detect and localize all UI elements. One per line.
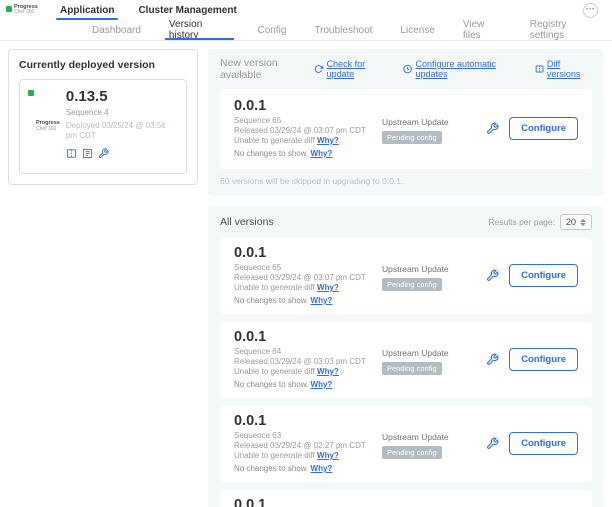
new-version-heading: New version available (220, 57, 314, 81)
top-bar: Progress Chef 360 Application Cluster Ma… (0, 0, 612, 20)
tab-troubleshoot[interactable]: Troubleshoot (300, 20, 386, 40)
version-sequence: Sequence 63 (234, 431, 382, 441)
deployed-version-card: Progress Chef 360 0.13.5 Sequence 4 Depl… (19, 79, 187, 174)
page-body: Currently deployed version Progress Chef… (0, 41, 612, 507)
tab-dashboard[interactable]: Dashboard (78, 20, 155, 40)
edit-config-icon[interactable] (486, 353, 499, 366)
version-row: 0.0.1 Sequence 62 Released 03/29/24 @ 02… (220, 490, 592, 507)
brand-logo-icon (6, 6, 12, 12)
version-sequence: Sequence 65 (234, 116, 382, 126)
results-per-page-label: Results per page: (488, 217, 555, 227)
version-number: 0.0.1 (234, 98, 382, 114)
version-released: Released 03/29/24 @ 03:07 pm CDT (234, 273, 382, 283)
versions-column: New version available Check for update C… (208, 49, 604, 507)
status-badge: Pending config (382, 278, 442, 291)
brand-product: Chef 360 (14, 10, 38, 15)
configure-button[interactable]: Configure (509, 264, 578, 287)
refresh-icon (314, 64, 323, 74)
version-released: Released 03/29/24 @ 03:03 pm CDT (234, 357, 382, 367)
tab-version-history[interactable]: Version history (155, 20, 244, 40)
diff-versions-link[interactable]: Diff versions (535, 59, 592, 79)
version-source-label: Upstream Update (382, 117, 486, 127)
status-badge: Pending config (382, 446, 442, 459)
no-changes-text: No changes to show. (234, 149, 308, 158)
no-changes-text: No changes to show. (234, 464, 308, 473)
currently-deployed-panel: Currently deployed version Progress Chef… (8, 49, 198, 185)
diff-icon (535, 64, 544, 74)
top-nav: Application Cluster Management (48, 0, 249, 20)
skip-versions-note: 60 versions will be skipped in upgrading… (220, 176, 592, 186)
configure-button[interactable]: Configure (509, 348, 578, 371)
edit-config-icon[interactable] (486, 122, 499, 135)
tab-cluster-management[interactable]: Cluster Management (126, 0, 248, 20)
version-source-label: Upstream Update (382, 348, 486, 358)
new-version-panel: New version available Check for update C… (208, 49, 604, 196)
no-changes-why-link[interactable]: Why? (311, 149, 333, 158)
results-per-page-value: 20 (566, 217, 576, 227)
version-source-label: Upstream Update (382, 432, 486, 442)
version-number: 0.0.1 (234, 497, 382, 507)
version-number: 0.0.1 (234, 245, 382, 261)
no-changes-text: No changes to show. (234, 296, 308, 305)
diff-error-text: Unable to generate diff (234, 451, 315, 460)
new-version-card: 0.0.1 Sequence 65 Released 03/29/24 @ 03… (220, 89, 592, 169)
configure-button[interactable]: Configure (509, 117, 578, 140)
deployed-sequence: Sequence 4 (66, 108, 178, 118)
results-per-page-select[interactable]: 20 (560, 214, 592, 230)
all-versions-panel: All versions Results per page: 20 0.0.1 … (208, 206, 604, 507)
version-sequence: Sequence 64 (234, 347, 382, 357)
all-versions-heading: All versions (220, 216, 274, 228)
version-released: Released 03/29/24 @ 03:07 pm CDT (234, 126, 382, 136)
version-released: Released 03/29/24 @ 02:27 pm CDT (234, 441, 382, 451)
version-source-label: Upstream Update (382, 264, 486, 274)
stepper-arrows-icon (580, 219, 586, 226)
app-logo: Progress Chef 360 (6, 5, 44, 16)
deployed-timestamp: Deployed 03/25/24 @ 03:56 pm CDT (66, 121, 178, 141)
deployed-heading: Currently deployed version (19, 59, 187, 71)
version-row: 0.0.1 Sequence 63 Released 03/29/24 @ 02… (220, 406, 592, 482)
version-row: 0.0.1 Sequence 65 Released 03/29/24 @ 03… (220, 238, 592, 314)
schedule-icon (403, 64, 412, 74)
edit-config-icon[interactable] (486, 437, 499, 450)
diff-error-text: Unable to generate diff (234, 367, 315, 376)
diff-error-text: Unable to generate diff (234, 136, 315, 145)
status-badge: Pending config (382, 131, 442, 144)
tab-view-files[interactable]: View files (449, 20, 516, 40)
ellipsis-menu-icon[interactable]: ••• (583, 3, 598, 18)
brand-logo-icon (28, 90, 34, 96)
admin-console: Progress Chef 360 Application Cluster Ma… (0, 0, 612, 507)
diff-error-why-link[interactable]: Why? (317, 451, 339, 460)
edit-config-icon[interactable] (98, 146, 109, 164)
diff-error-why-link[interactable]: Why? (317, 367, 339, 376)
tab-config[interactable]: Config (244, 20, 301, 40)
diff-error-why-link[interactable]: Why? (317, 283, 339, 292)
version-row: 0.0.1 Sequence 64 Released 03/29/24 @ 03… (220, 322, 592, 398)
configure-automatic-updates-link[interactable]: Configure automatic updates (403, 59, 521, 79)
check-for-update-link[interactable]: Check for update (314, 59, 389, 79)
no-changes-why-link[interactable]: Why? (311, 296, 333, 305)
version-sequence: Sequence 65 (234, 263, 382, 273)
tab-application[interactable]: Application (48, 0, 126, 20)
no-changes-why-link[interactable]: Why? (311, 464, 333, 473)
panel-gap (208, 196, 604, 206)
tab-registry-settings[interactable]: Registry settings (516, 20, 612, 40)
version-number: 0.0.1 (234, 329, 382, 345)
deployed-version-number: 0.13.5 (66, 89, 178, 105)
view-config-icon[interactable] (82, 146, 93, 164)
app-logo: Progress Chef 360 (28, 89, 60, 164)
version-number: 0.0.1 (234, 413, 382, 429)
status-badge: Pending config (382, 362, 442, 375)
no-changes-text: No changes to show. (234, 380, 308, 389)
deployed-column: Currently deployed version Progress Chef… (8, 49, 198, 185)
diff-error-text: Unable to generate diff (234, 283, 315, 292)
no-changes-why-link[interactable]: Why? (311, 380, 333, 389)
tab-license[interactable]: License (386, 20, 448, 40)
diff-error-why-link[interactable]: Why? (317, 136, 339, 145)
preview-diff-icon[interactable] (66, 146, 77, 164)
app-sub-nav: Dashboard Version history Config Trouble… (0, 20, 612, 41)
edit-config-icon[interactable] (486, 269, 499, 282)
configure-button[interactable]: Configure (509, 432, 578, 455)
brand-product: Chef 360 (36, 127, 60, 132)
